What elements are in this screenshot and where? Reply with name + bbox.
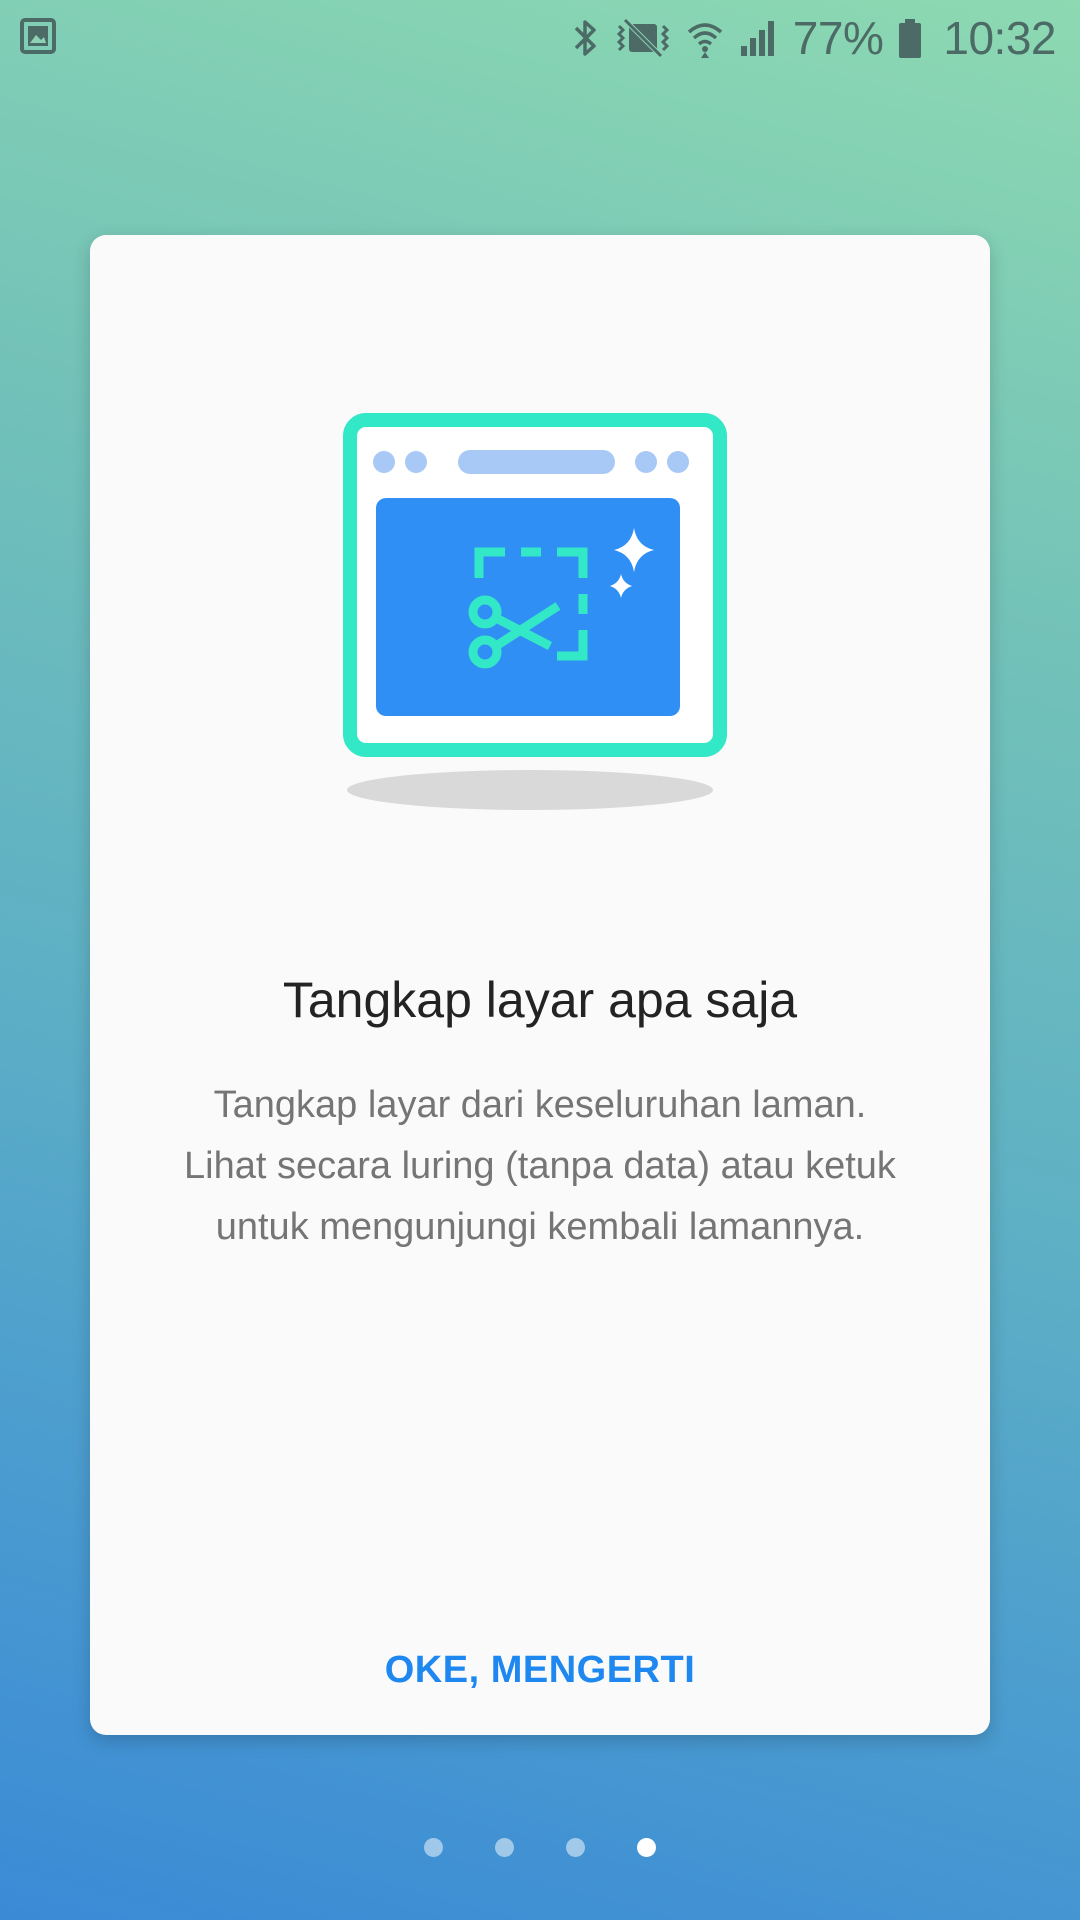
browser-window-icon (340, 410, 740, 810)
status-icons: 77% 10:32 (571, 0, 1056, 76)
status-bar: 77% 10:32 (0, 0, 1080, 76)
page-dot-2[interactable] (495, 1838, 514, 1857)
card-title: Tangkap layar apa saja (282, 972, 798, 1028)
battery-icon (897, 16, 923, 60)
page-dot-3[interactable] (566, 1838, 585, 1857)
card-description: Tangkap layar dari keseluruhan laman. Li… (184, 1084, 896, 1248)
wifi-icon (685, 16, 725, 60)
battery-percent: 77% (792, 12, 884, 64)
onboarding-card: Tangkap layar apa saja Tangkap layar dar… (90, 235, 990, 1735)
bluetooth-icon (571, 16, 601, 60)
vibrate-mute-icon (615, 16, 671, 60)
signal-icon (739, 16, 779, 60)
image-icon (20, 18, 56, 54)
page-dot-4-active[interactable] (637, 1838, 656, 1857)
clock: 10:32 (943, 12, 1056, 64)
page-dot-1[interactable] (424, 1838, 443, 1857)
ok-got-it-button[interactable]: OKE, MENGERTI (340, 1630, 740, 1710)
page-indicator (0, 1838, 1080, 1858)
